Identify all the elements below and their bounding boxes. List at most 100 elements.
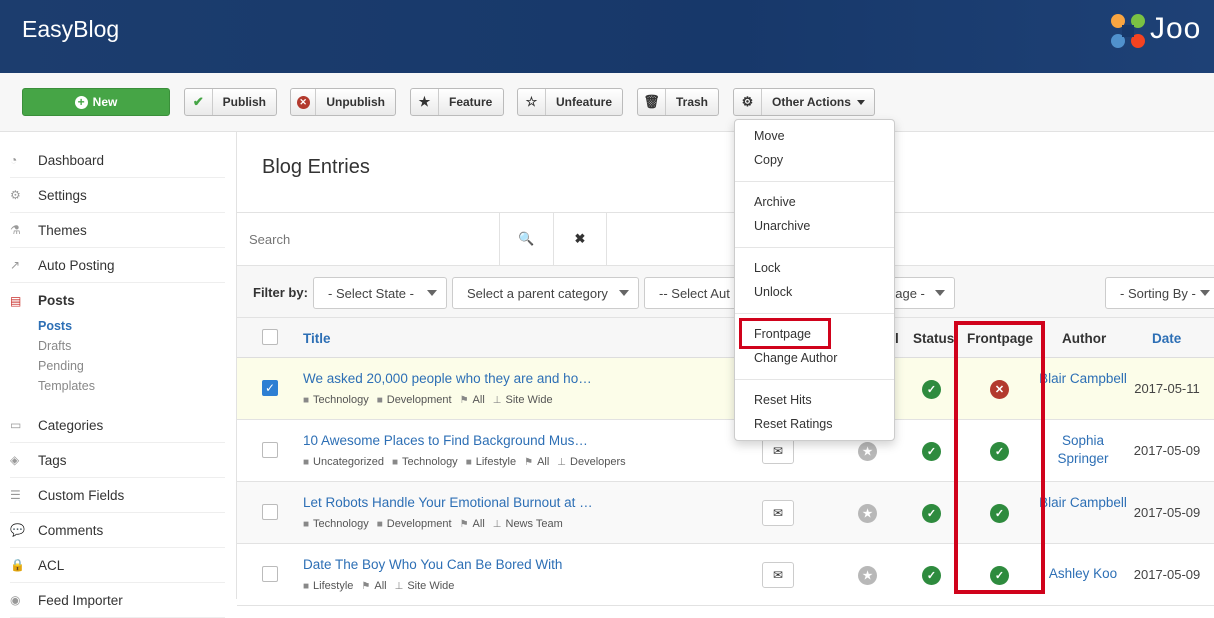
envelope-icon: ✉	[772, 506, 784, 520]
category-label[interactable]: Lifestyle	[313, 580, 353, 592]
caret-down-icon	[1200, 290, 1210, 296]
entry-title[interactable]: Date The Boy Who You Can Be Bored With	[303, 557, 562, 572]
category-label[interactable]: Uncategorized	[313, 456, 384, 468]
category-label[interactable]: Lifestyle	[476, 456, 516, 468]
filter-label: Filter by:	[253, 285, 308, 300]
entry-author[interactable]: Sophia Springer	[1037, 432, 1129, 468]
sidebar-item-settings[interactable]: ⚙ Settings	[10, 178, 225, 213]
status-published-icon[interactable]: ✓	[922, 442, 941, 461]
sidebar-item-dashboard[interactable]: ◔ Dashboard	[10, 143, 225, 178]
entry-author[interactable]: Blair Campbell	[1037, 370, 1129, 388]
notify-button[interactable]: ✉	[762, 562, 794, 588]
feature-button[interactable]: ★ Feature	[410, 88, 504, 116]
select-all-checkbox[interactable]	[262, 329, 278, 345]
feature-label: Feature	[449, 95, 493, 109]
category-label[interactable]: Development	[387, 518, 452, 530]
sidebar-item-auto-posting[interactable]: ↗ Auto Posting	[10, 248, 225, 283]
col-title[interactable]: Title	[303, 331, 331, 346]
folder-icon: ■	[303, 456, 310, 468]
clear-search-button[interactable]: ✖	[553, 213, 607, 265]
col-author: Author	[1062, 331, 1107, 346]
sidebar-item-label: Feed Importer	[38, 592, 123, 608]
menu-item-lock[interactable]: Lock	[754, 261, 780, 275]
category-label[interactable]: Technology	[313, 518, 369, 530]
trash-button[interactable]: 🗑 Trash	[637, 88, 719, 116]
entry-author[interactable]: Blair Campbell	[1037, 494, 1129, 512]
table-row: Date The Boy Who You Can Be Bored With ■…	[237, 544, 1214, 606]
sidebar-item-tags[interactable]: ◈ Tags	[10, 443, 225, 478]
unpublish-button[interactable]: ✕ Unpublish	[290, 88, 396, 116]
menu-item-move[interactable]: Move	[754, 129, 785, 143]
col-partial: l	[895, 331, 899, 346]
archive-icon: ▭	[10, 418, 22, 432]
menu-divider	[735, 181, 894, 182]
entry-date: 2017-05-09	[1133, 443, 1201, 458]
status-published-icon[interactable]: ✓	[922, 380, 941, 399]
status-published-icon[interactable]: ✓	[922, 566, 941, 585]
rss-icon: ◉	[10, 593, 21, 607]
sidebar-item-acl[interactable]: 🔒 ACL	[10, 548, 225, 583]
search-button[interactable]: 🔍	[499, 213, 553, 265]
filter-row: Filter by: - Select State - Select a par…	[237, 266, 1214, 318]
featured-star-icon[interactable]: ★	[858, 442, 877, 461]
other-actions-button[interactable]: ⚙ Other Actions	[733, 88, 875, 116]
row-checkbox[interactable]	[262, 442, 278, 458]
entry-title[interactable]: We asked 20,000 people who they are and …	[303, 371, 592, 386]
row-checkbox[interactable]	[262, 504, 278, 520]
category-label[interactable]: Technology	[313, 394, 369, 406]
menu-item-change-author[interactable]: Change Author	[754, 351, 837, 365]
featured-star-icon[interactable]: ★	[858, 566, 877, 585]
entry-author[interactable]: Ashley Koo	[1037, 565, 1129, 583]
menu-item-unarchive[interactable]: Unarchive	[754, 219, 810, 233]
sidebar-item-label: Auto Posting	[38, 257, 115, 273]
notify-button[interactable]: ✉	[762, 500, 794, 526]
flask-icon: ⚗	[10, 223, 21, 237]
search-input[interactable]	[237, 213, 499, 265]
sidebar-item-label: Categories	[38, 417, 104, 433]
flag-icon: ⚑	[524, 456, 534, 468]
app-title[interactable]: EasyBlog	[22, 16, 119, 43]
sorting-select[interactable]: - Sorting By -	[1105, 277, 1214, 309]
category-label[interactable]: Technology	[402, 456, 458, 468]
sidebar-item-comments[interactable]: 💬 Comments	[10, 513, 225, 548]
document-icon: ▤	[10, 293, 22, 308]
menu-item-archive[interactable]: Archive	[754, 195, 796, 209]
entry-meta: ■ Technology ■ Development ⚑ All ⊥ Site Wide	[303, 394, 553, 406]
state-select[interactable]: - Select State -	[313, 277, 447, 309]
publish-button[interactable]: ✔ Publish	[184, 88, 277, 116]
sidebar-item-label: Dashboard	[38, 152, 105, 168]
menu-item-reset-hits[interactable]: Reset Hits	[754, 393, 812, 407]
new-button[interactable]: + New	[22, 88, 170, 116]
sitemap-icon: ⊥	[492, 394, 502, 406]
sidebar-sub-pending[interactable]: Pending	[38, 359, 84, 373]
team-label: News Team	[505, 518, 563, 530]
sidebar-item-posts[interactable]: ▤ Posts	[10, 283, 225, 318]
category-select[interactable]: Select a parent category	[452, 277, 639, 309]
notify-button[interactable]: ✉	[762, 438, 794, 464]
star-filled-icon: ★	[411, 89, 439, 115]
entry-title[interactable]: 10 Awesome Places to Find Background Mus…	[303, 433, 588, 448]
author-select[interactable]: -- Select Aut	[644, 277, 744, 309]
category-label[interactable]: Development	[387, 394, 452, 406]
col-date[interactable]: Date	[1152, 331, 1181, 346]
menu-item-copy[interactable]: Copy	[754, 153, 783, 167]
sidebar-item-custom-fields[interactable]: ☰ Custom Fields	[10, 478, 225, 513]
check-icon: ✔	[185, 89, 213, 115]
menu-item-unlock[interactable]: Unlock	[754, 285, 792, 299]
tags-icon: ◈	[10, 453, 20, 467]
folder-icon: ■	[303, 518, 310, 530]
sidebar-sub-drafts[interactable]: Drafts	[38, 339, 71, 353]
featured-star-icon[interactable]: ★	[858, 504, 877, 523]
row-checkbox[interactable]	[262, 566, 278, 582]
sidebar-item-themes[interactable]: ⚗ Themes	[10, 213, 225, 248]
sidebar-item-categories[interactable]: ▭ Categories	[10, 408, 225, 443]
menu-item-reset-ratings[interactable]: Reset Ratings	[754, 417, 833, 431]
unfeature-button[interactable]: ☆ Unfeature	[517, 88, 623, 116]
sidebar-item-feed-importer[interactable]: ◉ Feed Importer	[10, 583, 225, 618]
app-header: EasyBlog Joo	[0, 0, 1214, 73]
sidebar-sub-templates[interactable]: Templates	[38, 379, 95, 393]
row-checkbox[interactable]: ✓	[262, 380, 278, 396]
entry-title[interactable]: Let Robots Handle Your Emotional Burnout…	[303, 495, 593, 510]
sidebar-sub-posts[interactable]: Posts	[38, 319, 72, 333]
status-published-icon[interactable]: ✓	[922, 504, 941, 523]
